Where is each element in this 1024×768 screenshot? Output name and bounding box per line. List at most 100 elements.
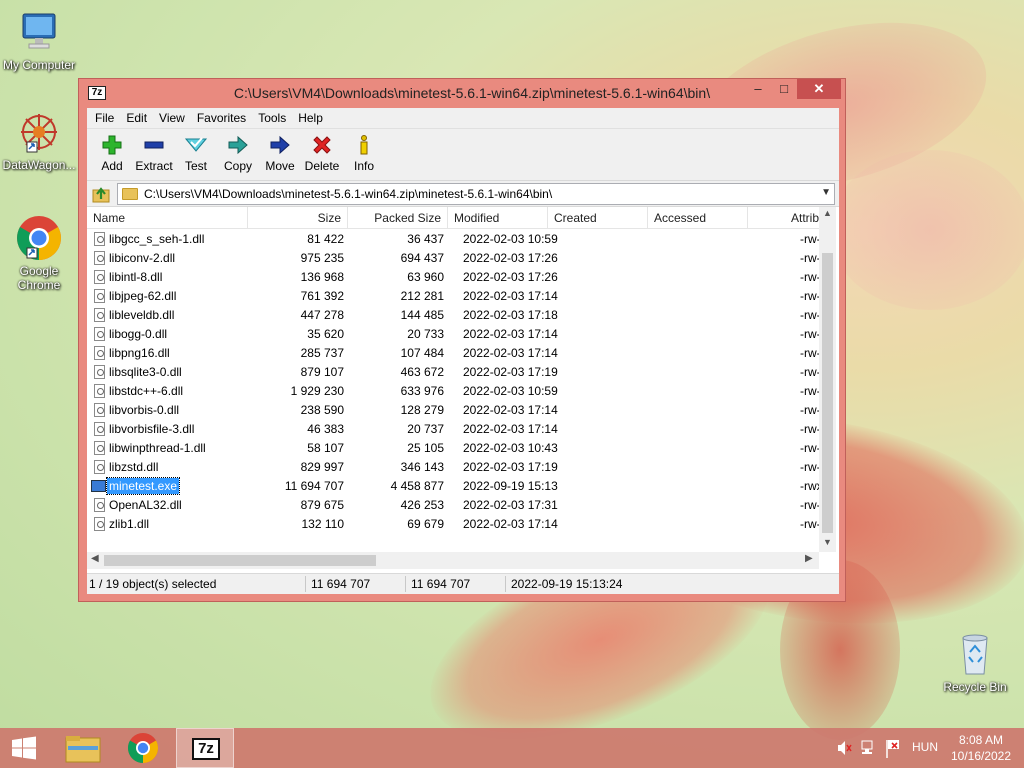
folder-up-icon <box>92 186 110 202</box>
file-packed-size: 107 484 <box>400 346 444 360</box>
taskbar-seven-zip[interactable]: 7z <box>176 728 234 768</box>
vertical-scroll-thumb[interactable] <box>822 253 833 533</box>
address-bar: C:\Users\VM4\Downloads\minetest-5.6.1-wi… <box>87 181 839 207</box>
desktop-icon-my-computer[interactable]: My Computer <box>0 8 78 72</box>
chevron-down-icon[interactable]: ▼ <box>821 187 831 198</box>
executable-file-icon <box>91 480 106 492</box>
move-button[interactable]: Move <box>259 129 301 180</box>
file-size: 975 235 <box>300 251 344 265</box>
close-button[interactable]: ✕ <box>797 79 841 99</box>
folder-up-button[interactable] <box>91 184 113 204</box>
status-divider <box>305 576 306 592</box>
vertical-scrollbar[interactable]: ▲ ▼ <box>819 207 836 552</box>
volume-muted-icon[interactable] <box>836 728 852 768</box>
column-attrib[interactable]: Attrib <box>748 207 819 229</box>
file-size: 285 737 <box>300 346 344 360</box>
taskbar-clock[interactable]: 8:08 AM 10/16/2022 <box>946 732 1016 764</box>
horizontal-scroll-thumb[interactable] <box>104 555 376 566</box>
file-manager-window: 7z C:\Users\VM4\Downloads\minetest-5.6.1… <box>78 78 846 602</box>
table-row[interactable]: zlib1.dll 132 110 69 679 2022-02-03 17:14 -r… <box>87 515 825 534</box>
menu-file[interactable]: File <box>89 108 120 128</box>
minus-icon <box>144 141 164 149</box>
path-combobox[interactable]: C:\Users\VM4\Downloads\minetest-5.6.1-wi… <box>117 182 835 205</box>
table-row[interactable]: libleveldb.dll 447 278 144 485 2022-02-03 1… <box>87 306 825 325</box>
minimize-button[interactable]: – <box>745 79 771 99</box>
table-row[interactable]: libpng16.dll 285 737 107 484 2022-02-03 17:… <box>87 344 825 363</box>
copy-button[interactable]: Copy <box>217 129 259 180</box>
column-accessed[interactable]: Accessed <box>648 207 748 229</box>
menu-help[interactable]: Help <box>292 108 329 128</box>
dll-file-icon <box>94 327 105 341</box>
add-button[interactable]: Add <box>91 129 133 180</box>
table-row[interactable]: libvorbis-0.dll 238 590 128 279 2022-02-03 … <box>87 401 825 420</box>
file-size: 447 278 <box>300 308 344 322</box>
scroll-down-icon[interactable]: ▼ <box>819 537 836 547</box>
file-modified: 2022-02-03 10:59 <box>463 232 558 246</box>
file-name: libwinpthread-1.dll <box>109 441 206 455</box>
maximize-button[interactable]: □ <box>771 79 797 99</box>
info-icon <box>360 135 368 155</box>
column-packed-size[interactable]: Packed Size <box>348 207 448 229</box>
scroll-up-icon[interactable]: ▲ <box>819 208 836 218</box>
file-size: 132 110 <box>301 517 345 531</box>
info-button[interactable]: Info <box>343 129 385 180</box>
file-modified: 2022-02-03 17:31 <box>463 498 558 512</box>
table-row[interactable]: libjpeg-62.dll 761 392 212 281 2022-02-03 1… <box>87 287 825 306</box>
column-name[interactable]: Name <box>87 207 248 229</box>
menu-view[interactable]: View <box>153 108 191 128</box>
window-client: File Edit View Favorites Tools Help Add … <box>87 108 839 594</box>
title-bar[interactable]: 7z C:\Users\VM4\Downloads\minetest-5.6.1… <box>79 79 845 107</box>
start-button[interactable] <box>0 728 48 768</box>
delete-button[interactable]: Delete <box>301 129 343 180</box>
file-packed-size: 463 672 <box>400 365 444 379</box>
extract-button[interactable]: Extract <box>133 129 175 180</box>
test-button[interactable]: Test <box>175 129 217 180</box>
desktop-icon-google-chrome[interactable]: Google Chrome <box>0 214 78 292</box>
language-indicator[interactable]: HUN <box>912 740 938 756</box>
table-row[interactable]: minetest.exe 11 694 707 4 458 877 2022-09-1… <box>87 477 827 496</box>
table-row[interactable]: libogg-0.dll 35 620 20 733 2022-02-03 17:14… <box>87 325 825 344</box>
move-arrow-icon <box>270 135 290 155</box>
table-row[interactable]: libiconv-2.dll 975 235 694 437 2022-02-03 1… <box>87 249 825 268</box>
table-row[interactable]: OpenAL32.dll 879 675 426 253 2022-02-03 17:… <box>87 496 825 515</box>
scroll-right-icon[interactable]: ▶ <box>805 553 813 564</box>
menu-tools[interactable]: Tools <box>252 108 292 128</box>
file-packed-size: 69 679 <box>407 517 444 531</box>
column-modified[interactable]: Modified <box>448 207 548 229</box>
table-row[interactable]: libgcc_s_seh-1.dll 81 422 36 437 2022-02-03… <box>87 230 825 249</box>
horizontal-scrollbar[interactable]: ◀ ▶ <box>87 552 819 569</box>
plus-icon <box>102 135 122 155</box>
desktop-icon-datawagon[interactable]: DataWagon... <box>0 108 78 172</box>
datawagon-icon <box>15 108 63 156</box>
desktop-icon-recycle-bin[interactable]: Recycle Bin <box>936 630 1014 694</box>
table-row[interactable]: libzstd.dll 829 997 346 143 2022-02-03 17:1… <box>87 458 825 477</box>
file-size: 879 675 <box>300 498 344 512</box>
taskbar-file-explorer[interactable] <box>54 728 112 768</box>
file-size: 879 107 <box>300 365 344 379</box>
column-size[interactable]: Size <box>248 207 348 229</box>
menu-edit[interactable]: Edit <box>120 108 153 128</box>
check-icon <box>185 137 207 152</box>
file-packed-size: 694 437 <box>400 251 444 265</box>
file-modified: 2022-02-03 10:59 <box>463 384 558 398</box>
file-packed-size: 63 960 <box>407 270 444 284</box>
clock-date: 10/16/2022 <box>950 749 1012 763</box>
taskbar-chrome[interactable] <box>114 728 172 768</box>
column-created[interactable]: Created <box>548 207 648 229</box>
move-label: Move <box>265 159 295 173</box>
table-row[interactable]: libwinpthread-1.dll 58 107 25 105 2022-02-0… <box>87 439 825 458</box>
network-icon[interactable] <box>860 728 878 768</box>
info-label: Info <box>353 159 374 173</box>
file-size: 35 620 <box>307 327 344 341</box>
file-name: libogg-0.dll <box>109 327 168 341</box>
scroll-left-icon[interactable]: ◀ <box>91 553 99 564</box>
action-center-flag-icon[interactable] <box>884 728 904 768</box>
table-row[interactable]: libintl-8.dll 136 968 63 960 2022-02-03 17:… <box>87 268 825 287</box>
table-row[interactable]: libsqlite3-0.dll 879 107 463 672 2022-02-03… <box>87 363 825 382</box>
status-modified: 2022-09-19 15:13:24 <box>511 577 623 591</box>
toolbar: Add Extract Test Copy Move Delete Info <box>87 129 839 181</box>
table-row[interactable]: libvorbisfile-3.dll 46 383 20 737 2022-02-0… <box>87 420 825 439</box>
menu-favorites[interactable]: Favorites <box>191 108 252 128</box>
table-row[interactable]: libstdc++-6.dll 1 929 230 633 976 2022-02-0… <box>87 382 825 401</box>
dll-file-icon <box>94 403 105 417</box>
